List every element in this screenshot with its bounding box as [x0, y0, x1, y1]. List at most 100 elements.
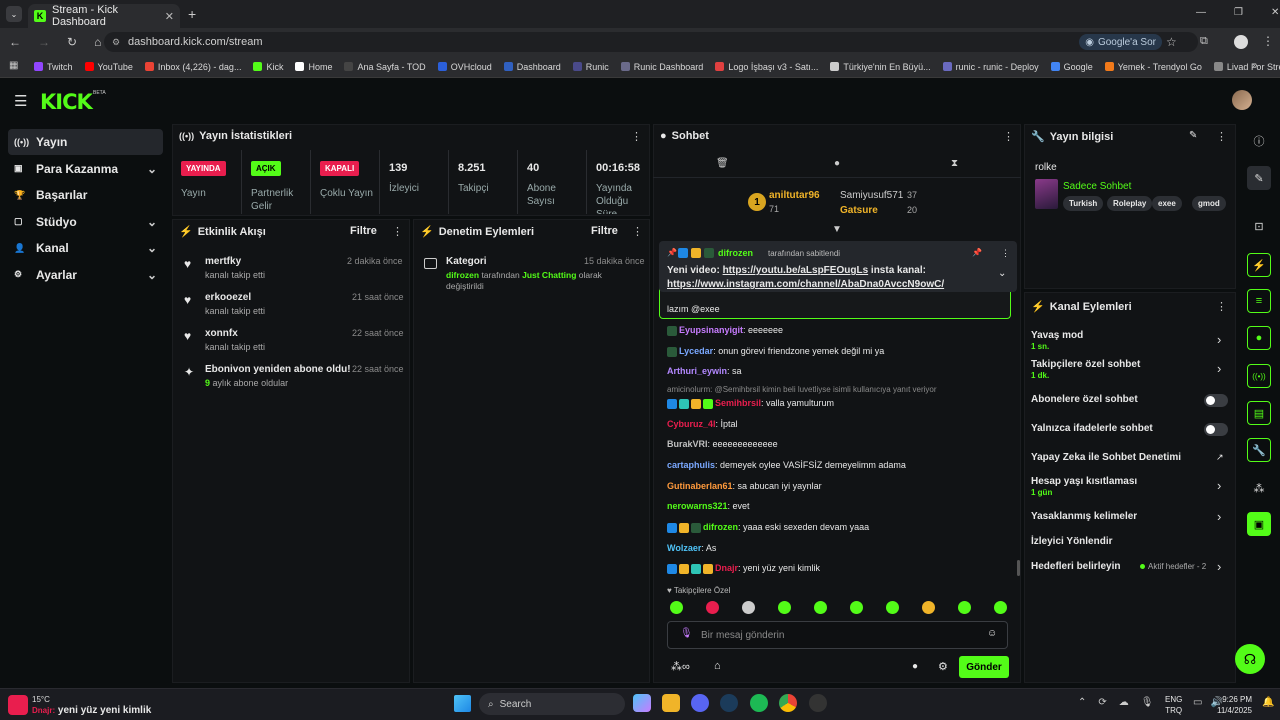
new-tab-button[interactable]: +: [188, 6, 196, 22]
bookmark-item[interactable]: Runic: [572, 62, 609, 72]
extensions-icon[interactable]: ⧉: [1200, 35, 1208, 48]
lightning-rail-icon[interactable]: ⚡: [1247, 253, 1271, 277]
activity-more-icon[interactable]: ⋮: [392, 225, 403, 238]
hourglass-tab-icon[interactable]: ⧗: [951, 158, 958, 169]
notification-icon[interactable]: 🔔: [1262, 697, 1274, 708]
browser-tab[interactable]: K Stream - Kick Dashboard ✕: [28, 4, 180, 28]
chat-username[interactable]: BurakVRI: [667, 439, 708, 449]
chat-username[interactable]: Lycedar: [679, 346, 713, 356]
chat-username[interactable]: Semihbrsil: [715, 398, 761, 408]
pinned-link-instagram[interactable]: https://www.instagram.com/channel/AbaDna…: [667, 279, 944, 290]
broadcast-rail-icon[interactable]: ((•)): [1247, 364, 1271, 388]
activity-name[interactable]: mertfky: [205, 256, 241, 267]
mic-icon[interactable]: 🎙: [680, 628, 693, 639]
menu-icon[interactable]: ☰: [14, 92, 27, 110]
activity-name[interactable]: Ebonivon yeniden abone oldu!: [205, 364, 351, 375]
external-link-icon[interactable]: ↗: [1216, 452, 1224, 463]
bookmark-item[interactable]: Livad For Streamers: [1213, 62, 1280, 72]
bookmark-item[interactable]: Logo İşbaşı v3 - Satı...: [715, 62, 818, 72]
points-rail-icon[interactable]: ⁂: [1247, 476, 1271, 500]
emote-icon[interactable]: [706, 601, 719, 614]
cloud-icon[interactable]: ☁: [1119, 697, 1129, 708]
activity-name[interactable]: erkooezel: [205, 292, 251, 303]
chat-username[interactable]: Wolzaer: [667, 543, 701, 553]
emote-icon[interactable]: [670, 601, 683, 614]
emote-icon[interactable]: [742, 601, 755, 614]
tools-rail-icon[interactable]: ▤: [1247, 401, 1271, 425]
bookmark-item[interactable]: Home: [295, 62, 332, 72]
close-window-icon[interactable]: ✕: [1271, 7, 1279, 18]
support-button[interactable]: ☊: [1235, 644, 1265, 674]
wrench-rail-icon[interactable]: 🔧: [1247, 438, 1271, 462]
pinned-link-youtube[interactable]: https://youtu.be/aLspFEOugLs: [723, 265, 869, 276]
tab-search-button[interactable]: ⌄: [6, 6, 22, 22]
emote-icon[interactable]: [994, 601, 1007, 614]
chevron-right-icon[interactable]: ›: [1217, 332, 1221, 347]
emote-icon[interactable]: [886, 601, 899, 614]
reload-icon[interactable]: ↻: [67, 35, 77, 49]
file-explorer-icon[interactable]: [662, 694, 680, 712]
chrome-icon[interactable]: [779, 694, 797, 712]
chat-username[interactable]: Gutinaberlan61: [667, 481, 733, 491]
tag-chip[interactable]: Roleplay: [1107, 196, 1153, 211]
mic-tray-icon[interactable]: 🎙: [1141, 697, 1154, 708]
edit-rail-icon[interactable]: ✎: [1247, 166, 1271, 190]
list-rail-icon[interactable]: ≡: [1247, 289, 1271, 313]
emote-icon[interactable]: [958, 601, 971, 614]
chat-username[interactable]: Cyburuz_4l: [667, 419, 716, 429]
chat-username[interactable]: Arthuri_eywin: [667, 366, 727, 376]
moderation-filter-button[interactable]: Filtre: [591, 225, 618, 237]
green-app-rail-icon[interactable]: ▣: [1247, 512, 1271, 536]
emote-icon[interactable]: [778, 601, 791, 614]
pinned-more-icon[interactable]: ⋮: [1001, 248, 1010, 259]
bookmark-item[interactable]: Türkiye'nin En Büyü...: [830, 62, 931, 72]
steam-icon[interactable]: [720, 694, 738, 712]
chat-username[interactable]: nerowarns321: [667, 501, 728, 511]
sidebar-item-1[interactable]: ▣ Para Kazanma ⌄: [8, 156, 163, 182]
kick-logo[interactable]: KICK: [40, 90, 93, 114]
sidebar-item-3[interactable]: ▢ Stüdyo ⌄: [8, 209, 163, 235]
bookmark-item[interactable]: Google: [1050, 62, 1093, 72]
site-info-icon[interactable]: ⚙: [112, 37, 120, 48]
apps-grid-icon[interactable]: ▦: [9, 60, 18, 71]
actions-more-icon[interactable]: ⋮: [1216, 300, 1227, 313]
clock[interactable]: 9:26 PM 11/4/2025: [1210, 694, 1252, 716]
tab-close-icon[interactable]: ✕: [165, 10, 174, 23]
chevron-right-icon[interactable]: ›: [1217, 559, 1221, 574]
chat-settings-icon[interactable]: ⚙: [938, 660, 948, 673]
chevron-right-icon[interactable]: ›: [1217, 509, 1221, 524]
emote-icon[interactable]: [922, 601, 935, 614]
chat-rail-icon[interactable]: ●: [1247, 326, 1271, 350]
tag-chip[interactable]: gmod: [1192, 196, 1226, 211]
store-icon[interactable]: ⌂: [714, 660, 721, 672]
emote-icon[interactable]: [814, 601, 827, 614]
bookmark-item[interactable]: runic - runic - Deploy: [942, 62, 1039, 72]
toggle-switch[interactable]: [1204, 423, 1228, 436]
chat-username[interactable]: Dnajr: [715, 563, 738, 573]
emote-icon[interactable]: [850, 601, 863, 614]
sidebar-item-0[interactable]: ((•)) Yayın: [8, 129, 163, 155]
google-ask-button[interactable]: ◉ Google'a Sor: [1079, 34, 1162, 50]
emoji-icon[interactable]: ☺: [987, 628, 997, 639]
activity-filter-button[interactable]: Filtre: [350, 225, 377, 237]
edit-info-icon[interactable]: ✎: [1189, 130, 1197, 141]
action-label[interactable]: Yavaş mod: [1031, 330, 1083, 341]
back-icon[interactable]: ←: [9, 35, 21, 49]
leader-1-name[interactable]: aniltutar96: [769, 190, 820, 201]
bookmark-item[interactable]: Kick: [253, 62, 283, 72]
bookmark-item[interactable]: Yemek - Trendyol Go: [1104, 62, 1202, 72]
browser-menu-icon[interactable]: ⋮: [1262, 34, 1274, 48]
maximize-icon[interactable]: ❐: [1234, 7, 1243, 18]
tray-overflow-icon[interactable]: ⌃: [1078, 697, 1086, 708]
chat-more-icon[interactable]: ⋮: [1003, 130, 1014, 143]
chat-username[interactable]: difrozen: [703, 522, 738, 532]
scroll-down-icon[interactable]: ▼: [832, 224, 842, 235]
action-label[interactable]: Yapay Zeka ile Sohbet Denetimi: [1031, 452, 1181, 463]
home-icon[interactable]: ⌂: [94, 35, 101, 49]
user-avatar[interactable]: [1232, 90, 1252, 110]
chat-username[interactable]: Eyupsinanyigit: [679, 325, 743, 335]
action-label[interactable]: Yalnızca ifadelerle sohbet: [1031, 423, 1153, 434]
bookmark-item[interactable]: YouTube: [84, 62, 133, 72]
send-button[interactable]: Gönder: [959, 656, 1009, 678]
profile-icon[interactable]: [1234, 35, 1248, 49]
